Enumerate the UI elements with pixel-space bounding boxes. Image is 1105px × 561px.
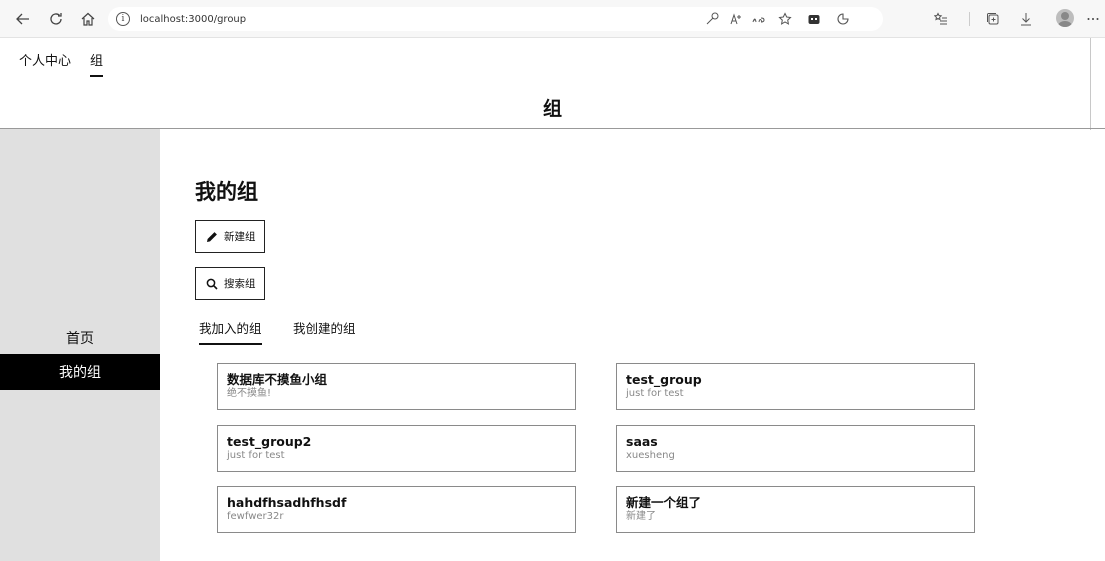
group-card[interactable]: hahdfhsadhfhsdf fewfwer32r bbox=[217, 486, 576, 533]
browser-toolbar: i localhost:3000/group bbox=[0, 0, 1105, 38]
top-nav-item-group[interactable]: 组 bbox=[90, 50, 104, 77]
group-card[interactable]: 新建一个组了 新建了 bbox=[616, 486, 975, 533]
group-card[interactable]: 数据库不摸鱼小组 绝不摸鱼! bbox=[217, 363, 576, 410]
new-group-label: 新建组 bbox=[224, 231, 256, 243]
collections-icon[interactable] bbox=[984, 10, 1002, 28]
download-icon[interactable] bbox=[1017, 10, 1035, 28]
group-name: hahdfhsadhfhsdf bbox=[227, 495, 347, 510]
group-name: test_group bbox=[626, 372, 702, 387]
home-icon[interactable] bbox=[77, 8, 99, 30]
info-icon[interactable]: i bbox=[116, 12, 130, 26]
group-description: 绝不摸鱼! bbox=[227, 388, 272, 399]
group-description: just for test bbox=[626, 388, 684, 399]
more-icon[interactable] bbox=[1084, 10, 1102, 28]
search-icon bbox=[206, 278, 218, 290]
favorite-icon[interactable] bbox=[776, 10, 794, 28]
url-text: localhost:3000/group bbox=[140, 13, 247, 25]
sidebar: 首页 我的组 bbox=[0, 129, 160, 561]
refresh-icon[interactable] bbox=[45, 8, 67, 30]
group-card[interactable]: saas xuesheng bbox=[616, 425, 975, 472]
group-description: fewfwer32r bbox=[227, 511, 284, 522]
extension-icon[interactable] bbox=[805, 10, 823, 28]
top-nav-item-personal[interactable]: 个人中心 bbox=[19, 50, 71, 69]
group-card[interactable]: test_group2 just for test bbox=[217, 425, 576, 472]
tab-created-groups[interactable]: 我创建的组 bbox=[293, 318, 356, 337]
translate-icon[interactable] bbox=[750, 10, 768, 28]
profile-avatar[interactable] bbox=[1056, 9, 1074, 27]
favorites-list-icon[interactable] bbox=[932, 10, 950, 28]
search-group-button[interactable]: 搜索组 bbox=[195, 267, 265, 300]
back-arrow-icon[interactable] bbox=[12, 8, 34, 30]
toolbar-divider bbox=[969, 12, 970, 26]
top-nav: 个人中心 组 bbox=[0, 38, 1105, 77]
key-icon[interactable] bbox=[703, 10, 721, 28]
group-name: saas bbox=[626, 434, 658, 449]
new-group-button[interactable]: 新建组 bbox=[195, 220, 265, 253]
group-card[interactable]: test_group just for test bbox=[616, 363, 975, 410]
group-name: 新建一个组了 bbox=[626, 495, 702, 510]
pencil-icon bbox=[207, 231, 217, 242]
copilot-icon[interactable] bbox=[834, 10, 852, 28]
section-title: 我的组 bbox=[195, 180, 258, 204]
sidebar-item-home[interactable]: 首页 bbox=[0, 320, 160, 356]
sidebar-item-my-groups[interactable]: 我的组 bbox=[0, 354, 160, 390]
page-title: 组 bbox=[542, 98, 562, 120]
group-name: 数据库不摸鱼小组 bbox=[227, 372, 328, 387]
read-aloud-icon[interactable] bbox=[727, 10, 745, 28]
group-description: xuesheng bbox=[626, 450, 675, 461]
header-divider bbox=[0, 128, 1105, 129]
search-group-label: 搜索组 bbox=[224, 278, 256, 290]
group-description: 新建了 bbox=[626, 511, 656, 522]
group-name: test_group2 bbox=[227, 434, 312, 449]
tab-joined-groups[interactable]: 我加入的组 bbox=[199, 318, 262, 345]
group-description: just for test bbox=[227, 450, 285, 461]
